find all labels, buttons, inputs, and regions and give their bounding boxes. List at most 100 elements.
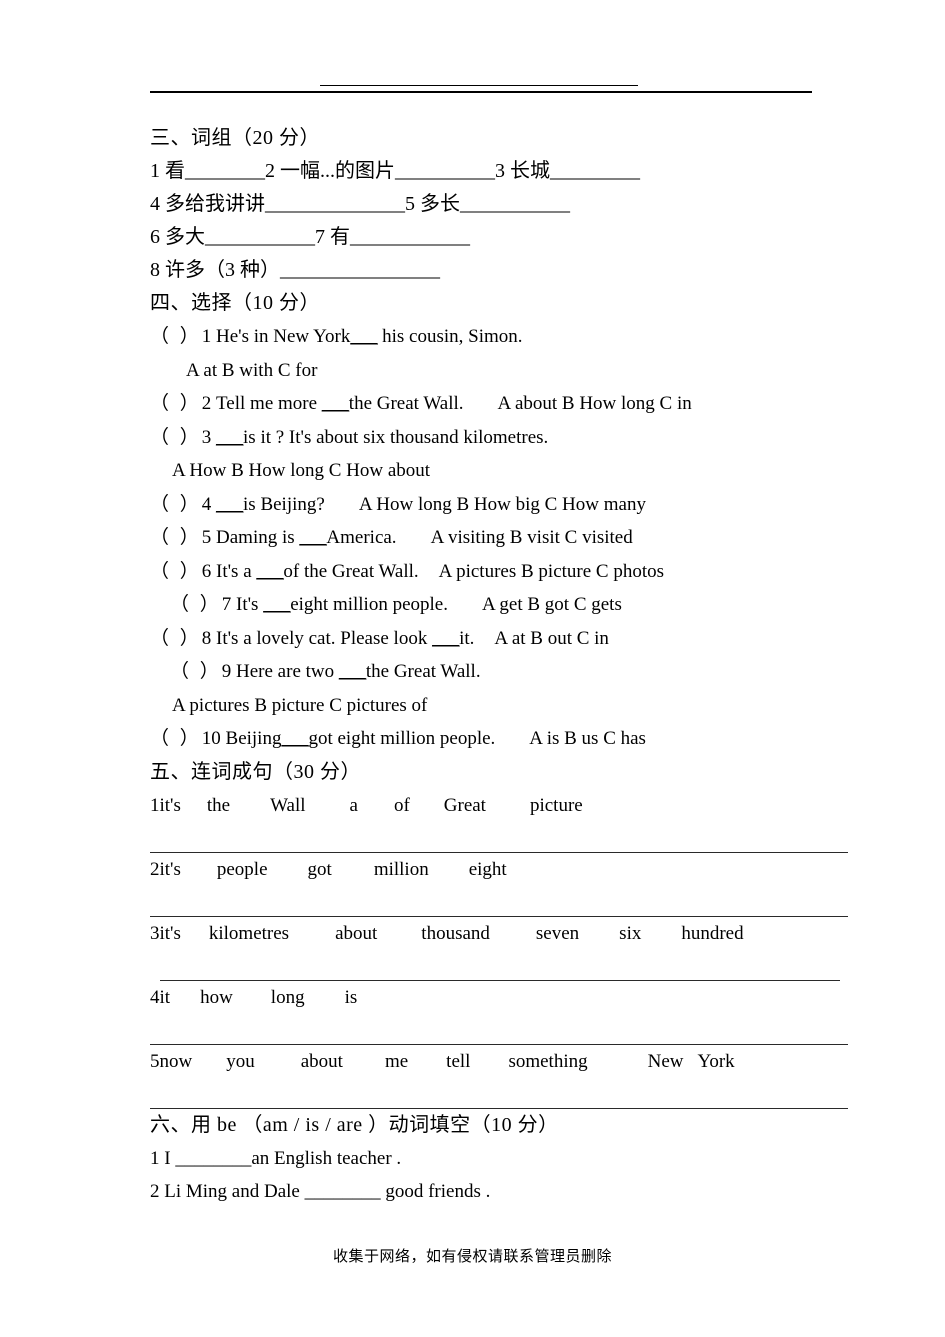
scramble-word: the bbox=[206, 794, 231, 816]
answer-bracket-1[interactable]: （ ） bbox=[150, 326, 202, 347]
question-stem-7a: It's bbox=[231, 594, 264, 615]
scramble-row: 4 it how long is bbox=[150, 981, 850, 1014]
choice-question-7: （ ）7 It's ___eight million people. A get … bbox=[150, 588, 850, 622]
question-stem-10b: got eight million people. bbox=[308, 728, 496, 749]
scramble-word: of bbox=[393, 794, 410, 816]
choice-options-9[interactable]: A pictures B picture C pictures of bbox=[150, 689, 850, 723]
answer-bracket-4[interactable]: （ ） bbox=[150, 494, 202, 515]
question-number-9: 9 bbox=[221, 661, 232, 682]
question-stem-3b: is it ? It's about six thousand kilometr… bbox=[243, 426, 549, 448]
choice-options-2[interactable]: A about B How long C in bbox=[498, 393, 692, 414]
scramble-word: it bbox=[159, 986, 171, 1008]
scramble-answer-space[interactable] bbox=[150, 1078, 850, 1108]
choice-options-5[interactable]: A visiting B visit C visited bbox=[431, 527, 633, 548]
answer-bracket-5[interactable]: （ ） bbox=[150, 527, 202, 548]
choice-options-10[interactable]: A is B us C has bbox=[529, 728, 646, 749]
scramble-word: it's bbox=[159, 794, 181, 816]
question-number-7: 7 bbox=[221, 594, 232, 615]
question-stem-5b: America. bbox=[326, 527, 397, 548]
scramble-word: hundred bbox=[681, 922, 744, 944]
scramble-word: long bbox=[270, 986, 305, 1008]
choice-question-1: （ ）1 He's in New York___ his cousin, Sim… bbox=[150, 320, 850, 354]
scramble-answer-space[interactable] bbox=[150, 822, 850, 852]
question-blank-6: ___ bbox=[256, 560, 284, 582]
section-heading-be: 六、用 be （am / is / are ）动词填空（10 分） bbox=[150, 1113, 559, 1136]
scramble-answer-space[interactable] bbox=[150, 1014, 850, 1044]
scramble-word: about bbox=[335, 922, 378, 944]
header-main-rule bbox=[150, 91, 812, 93]
scramble-word: Wall bbox=[270, 794, 306, 816]
question-stem-5a: Daming is bbox=[211, 527, 300, 548]
question-stem-2a: Tell me more bbox=[211, 393, 322, 414]
question-blank-8: ___ bbox=[432, 627, 460, 649]
choice-options-6[interactable]: A pictures B picture C photos bbox=[439, 561, 664, 582]
scramble-word: York bbox=[697, 1050, 735, 1072]
header-short-rule bbox=[320, 85, 638, 86]
phrase-line-1: 1 看________2 一幅...的图片__________3 长城_____… bbox=[150, 160, 640, 182]
choice-question-10: （ ）10 Beijing___got eight million people… bbox=[150, 722, 850, 756]
choice-options-8[interactable]: A at B out C in bbox=[494, 628, 609, 649]
question-number-10: 10 bbox=[201, 728, 221, 749]
question-stem-6b: of the Great Wall. bbox=[283, 560, 419, 582]
question-stem-2b: the Great Wall. bbox=[348, 393, 464, 414]
question-stem-1b: his cousin, Simon. bbox=[377, 326, 523, 347]
section-heading-phrases: 三、词组（20 分） bbox=[150, 127, 320, 149]
answer-bracket-7[interactable]: （ ） bbox=[170, 594, 222, 615]
scramble-number: 3 bbox=[150, 922, 160, 944]
question-number-6: 6 bbox=[201, 560, 212, 582]
question-number-8: 8 bbox=[201, 627, 212, 649]
question-blank-5: ___ bbox=[299, 527, 327, 548]
scramble-word: six bbox=[619, 922, 642, 944]
worksheet-page: 三、词组（20 分） 1 看________2 一幅...的图片________… bbox=[0, 0, 945, 1337]
scramble-word: it's bbox=[159, 922, 181, 944]
scramble-word: a bbox=[349, 794, 358, 816]
scramble-word: tell bbox=[446, 1050, 471, 1072]
scramble-answer-space[interactable] bbox=[150, 950, 850, 980]
scramble-row: 5 now you about me tell something New York bbox=[150, 1045, 850, 1078]
scramble-word: is bbox=[344, 986, 358, 1008]
choice-question-8: （ ）8 It's a lovely cat. Please look ___i… bbox=[150, 622, 850, 656]
question-stem-9b: the Great Wall. bbox=[365, 661, 481, 682]
scramble-word: million bbox=[373, 858, 429, 880]
scramble-row: 2 it's people got million eight bbox=[150, 853, 850, 886]
question-stem-9a: Here are two bbox=[231, 661, 339, 682]
question-stem-8a: It's a lovely cat. Please look bbox=[211, 627, 433, 649]
scramble-answer-space[interactable] bbox=[150, 886, 850, 916]
answer-bracket-10[interactable]: （ ） bbox=[150, 728, 202, 749]
scramble-word: kilometres bbox=[208, 922, 290, 944]
scramble-word: how bbox=[200, 986, 233, 1008]
scramble-row: 1 it's the Wall a of Great picture bbox=[150, 789, 850, 822]
scramble-word: about bbox=[300, 1050, 343, 1072]
choice-options-1[interactable]: A at B with C for bbox=[150, 354, 850, 388]
answer-bracket-9[interactable]: （ ） bbox=[170, 661, 222, 682]
choice-question-9: （ ）9 Here are two ___the Great Wall. bbox=[150, 655, 850, 689]
scramble-word: now bbox=[159, 1050, 193, 1072]
scramble-word: picture bbox=[529, 794, 583, 816]
scramble-word: people bbox=[216, 858, 268, 880]
question-blank-7: ___ bbox=[263, 594, 291, 615]
question-stem-8b: it. bbox=[459, 627, 475, 649]
scramble-word: me bbox=[384, 1050, 409, 1072]
answer-bracket-2[interactable]: （ ） bbox=[150, 393, 202, 414]
page-header bbox=[0, 72, 945, 104]
answer-bracket-8[interactable]: （ ） bbox=[150, 628, 202, 649]
answer-bracket-6[interactable]: （ ） bbox=[150, 561, 202, 582]
scramble-word: Great bbox=[443, 794, 486, 816]
scramble-number: 4 bbox=[150, 986, 160, 1008]
scramble-word: seven bbox=[535, 922, 580, 944]
scramble-number: 5 bbox=[150, 1050, 160, 1072]
choice-question-6: （ ）6 It's a ___of the Great Wall. A pictu… bbox=[150, 555, 850, 589]
choice-options-3[interactable]: A How B How long C How about bbox=[150, 454, 850, 488]
choice-question-5: （ ）5 Daming is ___America. A visiting B v… bbox=[150, 521, 850, 555]
answer-bracket-3[interactable]: （ ） bbox=[150, 427, 202, 448]
choice-question-4: （ ）4 ___is Beijing? A How long B How big … bbox=[150, 488, 850, 522]
question-blank-9: ___ bbox=[338, 661, 367, 682]
choice-options-4[interactable]: A How long B How big C How many bbox=[359, 494, 646, 515]
question-stem-10a: Beijing bbox=[220, 728, 282, 749]
section-heading-scramble: 五、连词成句（30 分） bbox=[150, 760, 361, 783]
be-item-2: 2 Li Ming and Dale ________ good friends… bbox=[150, 1180, 491, 1202]
question-blank-4: ___ bbox=[216, 493, 244, 515]
choice-options-7[interactable]: A get B got C gets bbox=[482, 594, 622, 615]
question-blank-2: ___ bbox=[321, 393, 350, 414]
scramble-word: you bbox=[226, 1050, 255, 1072]
